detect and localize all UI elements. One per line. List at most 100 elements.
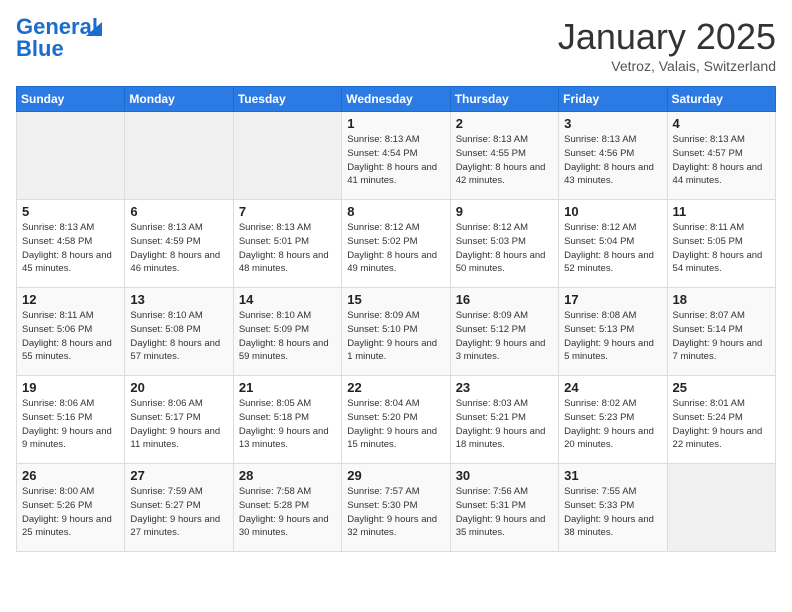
calendar-cell: 18 Sunrise: 8:07 AM Sunset: 5:14 PM Dayli… (667, 288, 775, 376)
logo-blue: Blue (16, 38, 64, 60)
week-row-2: 5 Sunrise: 8:13 AM Sunset: 4:58 PM Daylig… (17, 200, 776, 288)
weekday-header-saturday: Saturday (667, 87, 775, 112)
day-info: Sunrise: 8:00 AM Sunset: 5:26 PM Dayligh… (22, 485, 119, 540)
calendar-subtitle: Vetroz, Valais, Switzerland (558, 58, 776, 74)
calendar-cell: 20Sunrise: 8:06 AM Sunset: 5:17 PM Dayli… (125, 376, 233, 464)
week-row-1: 1Sunrise: 8:13 AM Sunset: 4:54 PM Daylig… (17, 112, 776, 200)
day-number: 1 (347, 116, 444, 131)
calendar-cell: 30Sunrise: 7:56 AM Sunset: 5:31 PM Dayli… (450, 464, 558, 552)
calendar-cell: 6 Sunrise: 8:13 AM Sunset: 4:59 PM Daylig… (125, 200, 233, 288)
day-info: Sunrise: 8:13 AM Sunset: 4:58 PM Dayligh… (22, 221, 119, 276)
day-number: 8 (347, 204, 444, 219)
day-number: 6 (130, 204, 227, 219)
day-info: Sunrise: 8:12 AM Sunset: 5:02 PM Dayligh… (347, 221, 444, 276)
calendar-cell: 12Sunrise: 8:11 AM Sunset: 5:06 PM Dayli… (17, 288, 125, 376)
day-number: 14 (239, 292, 336, 307)
calendar-cell: 22 Sunrise: 8:04 AM Sunset: 5:20 PM Dayli… (342, 376, 450, 464)
day-number: 13 (130, 292, 227, 307)
day-info: Sunrise: 8:06 AM Sunset: 5:16 PM Dayligh… (22, 397, 119, 452)
day-number: 22 (347, 380, 444, 395)
day-info: Sunrise: 8:07 AM Sunset: 5:14 PM Dayligh… (673, 309, 770, 364)
day-number: 27 (130, 468, 227, 483)
calendar-cell: 23 Sunrise: 8:03 AM Sunset: 5:21 PM Dayli… (450, 376, 558, 464)
calendar-cell: 3 Sunrise: 8:13 AM Sunset: 4:56 PM Daylig… (559, 112, 667, 200)
day-info: Sunrise: 8:13 AM Sunset: 4:57 PM Dayligh… (673, 133, 770, 188)
calendar-cell: 19 Sunrise: 8:06 AM Sunset: 5:16 PM Dayli… (17, 376, 125, 464)
day-number: 24 (564, 380, 661, 395)
day-number: 5 (22, 204, 119, 219)
calendar-cell: 1Sunrise: 8:13 AM Sunset: 4:54 PM Daylig… (342, 112, 450, 200)
calendar-cell: 2 Sunrise: 8:13 AM Sunset: 4:55 PM Daylig… (450, 112, 558, 200)
logo-text: General (16, 16, 98, 38)
day-info: Sunrise: 8:03 AM Sunset: 5:21 PM Dayligh… (456, 397, 553, 452)
day-number: 21 (239, 380, 336, 395)
day-number: 4 (673, 116, 770, 131)
day-number: 9 (456, 204, 553, 219)
calendar-cell: 15 Sunrise: 8:09 AM Sunset: 5:10 PM Dayli… (342, 288, 450, 376)
weekday-header-monday: Monday (125, 87, 233, 112)
day-number: 17 (564, 292, 661, 307)
day-info: Sunrise: 8:13 AM Sunset: 4:59 PM Dayligh… (130, 221, 227, 276)
weekday-header-row: SundayMondayTuesdayWednesdayThursdayFrid… (17, 87, 776, 112)
day-number: 11 (673, 204, 770, 219)
title-block: January 2025 Vetroz, Valais, Switzerland (558, 16, 776, 74)
day-info: Sunrise: 8:08 AM Sunset: 5:13 PM Dayligh… (564, 309, 661, 364)
day-number: 15 (347, 292, 444, 307)
day-info: Sunrise: 8:12 AM Sunset: 5:03 PM Dayligh… (456, 221, 553, 276)
weekday-header-sunday: Sunday (17, 87, 125, 112)
day-info: Sunrise: 8:09 AM Sunset: 5:10 PM Dayligh… (347, 309, 444, 364)
day-info: Sunrise: 8:10 AM Sunset: 5:09 PM Dayligh… (239, 309, 336, 364)
calendar-cell: 27 Sunrise: 7:59 AM Sunset: 5:27 PM Dayli… (125, 464, 233, 552)
day-info: Sunrise: 7:59 AM Sunset: 5:27 PM Dayligh… (130, 485, 227, 540)
day-number: 16 (456, 292, 553, 307)
day-info: Sunrise: 8:11 AM Sunset: 5:05 PM Dayligh… (673, 221, 770, 276)
day-number: 7 (239, 204, 336, 219)
day-info: Sunrise: 8:11 AM Sunset: 5:06 PM Dayligh… (22, 309, 119, 364)
day-info: Sunrise: 8:02 AM Sunset: 5:23 PM Dayligh… (564, 397, 661, 452)
calendar-cell: 24 Sunrise: 8:02 AM Sunset: 5:23 PM Dayli… (559, 376, 667, 464)
weekday-header-friday: Friday (559, 87, 667, 112)
weekday-header-tuesday: Tuesday (233, 87, 341, 112)
day-info: Sunrise: 8:09 AM Sunset: 5:12 PM Dayligh… (456, 309, 553, 364)
day-number: 30 (456, 468, 553, 483)
day-info: Sunrise: 8:12 AM Sunset: 5:04 PM Dayligh… (564, 221, 661, 276)
day-number: 23 (456, 380, 553, 395)
day-number: 25 (673, 380, 770, 395)
logo-triangle-icon (86, 22, 102, 36)
calendar-cell: 28Sunrise: 7:58 AM Sunset: 5:28 PM Dayli… (233, 464, 341, 552)
calendar-cell: 5 Sunrise: 8:13 AM Sunset: 4:58 PM Daylig… (17, 200, 125, 288)
calendar-cell (17, 112, 125, 200)
weekday-header-thursday: Thursday (450, 87, 558, 112)
calendar-cell: 9 Sunrise: 8:12 AM Sunset: 5:03 PM Daylig… (450, 200, 558, 288)
calendar-cell (125, 112, 233, 200)
weekday-header-wednesday: Wednesday (342, 87, 450, 112)
calendar-table: SundayMondayTuesdayWednesdayThursdayFrid… (16, 86, 776, 552)
day-info: Sunrise: 8:13 AM Sunset: 4:55 PM Dayligh… (456, 133, 553, 188)
day-info: Sunrise: 7:55 AM Sunset: 5:33 PM Dayligh… (564, 485, 661, 540)
calendar-cell: 11 Sunrise: 8:11 AM Sunset: 5:05 PM Dayli… (667, 200, 775, 288)
calendar-cell: 14 Sunrise: 8:10 AM Sunset: 5:09 PM Dayli… (233, 288, 341, 376)
day-info: Sunrise: 7:58 AM Sunset: 5:28 PM Dayligh… (239, 485, 336, 540)
day-info: Sunrise: 8:13 AM Sunset: 4:56 PM Dayligh… (564, 133, 661, 188)
day-info: Sunrise: 8:13 AM Sunset: 5:01 PM Dayligh… (239, 221, 336, 276)
calendar-title: January 2025 (558, 16, 776, 58)
calendar-cell (667, 464, 775, 552)
calendar-cell: 10 Sunrise: 8:12 AM Sunset: 5:04 PM Dayli… (559, 200, 667, 288)
week-row-5: 26Sunrise: 8:00 AM Sunset: 5:26 PM Dayli… (17, 464, 776, 552)
day-number: 2 (456, 116, 553, 131)
day-number: 19 (22, 380, 119, 395)
calendar-cell: 7 Sunrise: 8:13 AM Sunset: 5:01 PM Daylig… (233, 200, 341, 288)
day-number: 3 (564, 116, 661, 131)
day-info: Sunrise: 8:01 AM Sunset: 5:24 PM Dayligh… (673, 397, 770, 452)
day-number: 18 (673, 292, 770, 307)
day-number: 20 (130, 380, 227, 395)
logo: General Blue (16, 16, 98, 60)
calendar-cell: 8 Sunrise: 8:12 AM Sunset: 5:02 PM Daylig… (342, 200, 450, 288)
calendar-cell: 26Sunrise: 8:00 AM Sunset: 5:26 PM Dayli… (17, 464, 125, 552)
week-row-4: 19 Sunrise: 8:06 AM Sunset: 5:16 PM Dayli… (17, 376, 776, 464)
day-info: Sunrise: 8:04 AM Sunset: 5:20 PM Dayligh… (347, 397, 444, 452)
calendar-cell: 31Sunrise: 7:55 AM Sunset: 5:33 PM Dayli… (559, 464, 667, 552)
day-number: 29 (347, 468, 444, 483)
calendar-cell: 21Sunrise: 8:05 AM Sunset: 5:18 PM Dayli… (233, 376, 341, 464)
day-number: 10 (564, 204, 661, 219)
